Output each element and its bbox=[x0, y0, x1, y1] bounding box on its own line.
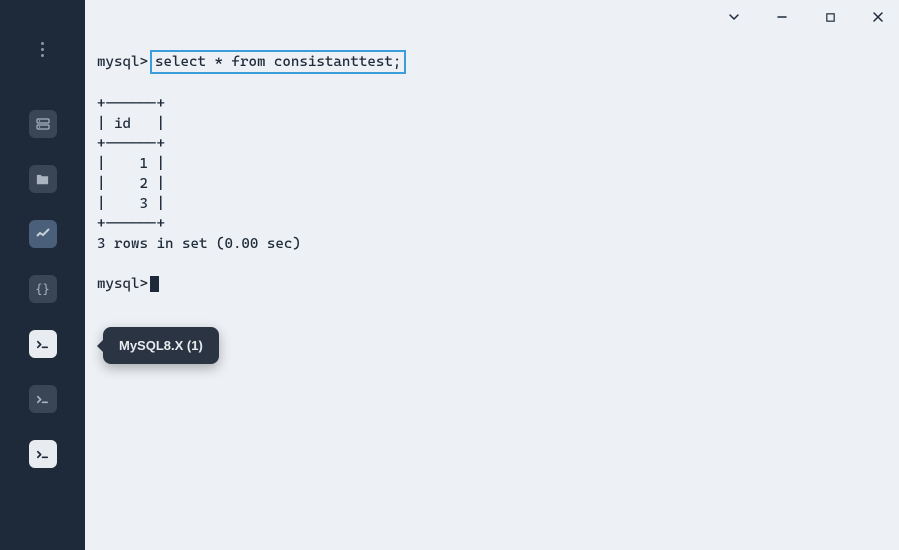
chart-icon bbox=[35, 226, 51, 242]
mysql-prompt: mysql> bbox=[97, 52, 148, 72]
table-border: +------+ bbox=[97, 216, 165, 232]
sidebar-item-terminal-tab-1[interactable] bbox=[29, 385, 57, 413]
window-controls bbox=[725, 8, 887, 26]
close-icon bbox=[872, 11, 884, 23]
chevron-down-icon bbox=[727, 10, 741, 24]
sidebar-item-analytics[interactable] bbox=[29, 220, 57, 248]
maximize-button[interactable] bbox=[821, 8, 839, 26]
minimize-icon bbox=[776, 11, 788, 23]
table-border: +------+ bbox=[97, 136, 165, 152]
close-button[interactable] bbox=[869, 8, 887, 26]
table-row: | 3 | bbox=[97, 196, 165, 212]
terminal-output: mysql>select * from consistanttest; +---… bbox=[85, 0, 899, 306]
braces-icon: {} bbox=[35, 282, 49, 296]
maximize-icon bbox=[825, 12, 836, 23]
query-highlight: select * from consistanttest; bbox=[150, 50, 406, 74]
kebab-menu-icon bbox=[41, 42, 44, 57]
terminal-icon bbox=[35, 447, 50, 462]
sidebar-item-terminal-tab-2[interactable] bbox=[29, 440, 57, 468]
sidebar-item-server[interactable] bbox=[29, 110, 57, 138]
tooltip: MySQL8.X (1) bbox=[103, 327, 219, 364]
sidebar-item-code[interactable]: {} bbox=[29, 275, 57, 303]
table-header: | id | bbox=[97, 116, 165, 132]
dropdown-button[interactable] bbox=[725, 8, 743, 26]
terminal-icon bbox=[35, 337, 50, 352]
table-row: | 1 | bbox=[97, 156, 165, 172]
cursor bbox=[150, 276, 159, 292]
server-icon bbox=[35, 116, 51, 132]
sidebar-item-terminal-active[interactable] bbox=[29, 330, 57, 358]
tooltip-label: MySQL8.X (1) bbox=[119, 338, 203, 353]
table-row: | 2 | bbox=[97, 176, 165, 192]
terminal-icon bbox=[35, 392, 50, 407]
menu-button[interactable] bbox=[29, 35, 57, 63]
folder-icon bbox=[35, 172, 50, 187]
sidebar-item-files[interactable] bbox=[29, 165, 57, 193]
result-footer: 3 rows in set (0.00 sec) bbox=[97, 236, 301, 252]
terminal-pane[interactable]: mysql>select * from consistanttest; +---… bbox=[85, 0, 899, 550]
mysql-prompt: mysql> bbox=[97, 274, 148, 294]
minimize-button[interactable] bbox=[773, 8, 791, 26]
sidebar: {} bbox=[0, 0, 85, 550]
table-border: +------+ bbox=[97, 96, 165, 112]
